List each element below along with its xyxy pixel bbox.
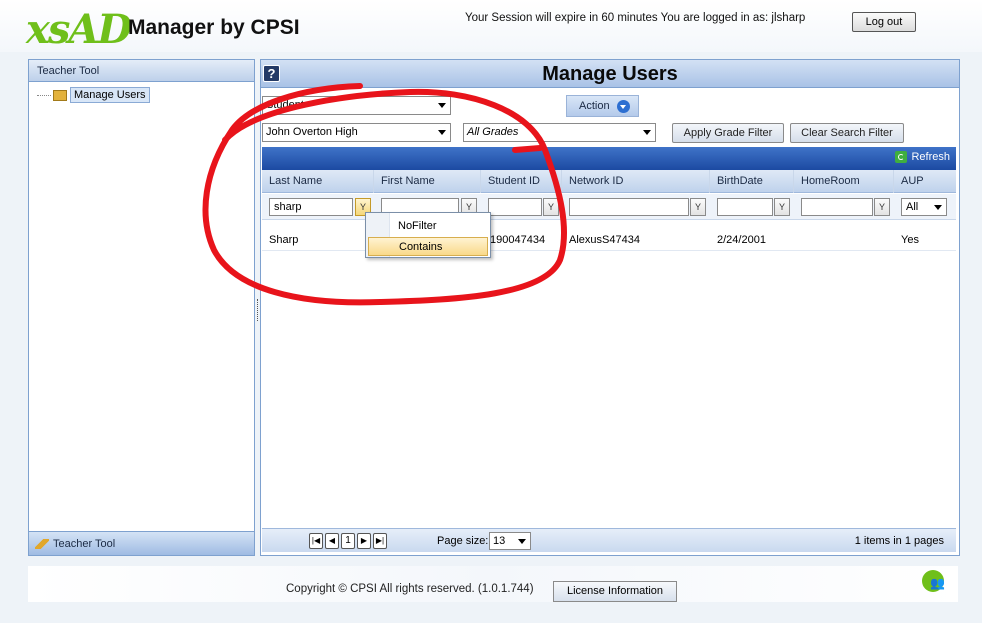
student-id-filter-input[interactable] [488,198,542,216]
aup-filter-select[interactable]: All [901,198,947,216]
menu-item-nofilter[interactable]: NoFilter [368,217,488,236]
page-number-button[interactable]: 1 [341,533,355,549]
homeroom-filter-input[interactable] [801,198,873,216]
pager-summary: 1 items in 1 pages [854,535,944,547]
column-header-aup[interactable]: AUP [894,170,956,193]
filter-icon[interactable]: Y [774,198,790,216]
filter-icon[interactable]: Y [543,198,559,216]
network-id-filter-input[interactable] [569,198,689,216]
brand-title: Manager by CPSI [128,16,300,39]
refresh-label: Refresh [911,151,950,163]
grid-toolbar: Refresh [262,147,956,170]
grid-header: Last Name First Name Student ID Network … [262,170,956,193]
filter-context-menu: NoFilter Contains [365,212,491,258]
column-header-birthdate[interactable]: BirthDate [710,170,794,193]
chevron-down-icon [934,205,942,210]
tree-item-label[interactable]: Manage Users [70,87,150,103]
tree-item-manage-users[interactable]: Manage Users [37,87,150,103]
next-page-icon[interactable]: ▶ [357,533,371,549]
tree-connector [37,94,51,96]
chevron-down-icon [518,539,526,544]
aup-filter-value: All [906,201,919,213]
page-size-label: Page size: [437,535,489,547]
page-footer: Copyright © CPSI All rights reserved. (1… [28,566,958,602]
logout-button[interactable]: Log out [852,12,916,32]
last-page-icon[interactable]: ▶| [373,533,387,549]
left-panel-title: Teacher Tool [29,60,254,82]
prev-page-icon[interactable]: ◀ [325,533,339,549]
first-page-icon[interactable]: |◀ [309,533,323,549]
users-grid: Refresh Last Name First Name Student ID … [260,59,960,556]
session-status: Your Session will expire in 60 minutes Y… [465,12,806,24]
column-header-first-name[interactable]: First Name [374,170,481,193]
column-header-network-id[interactable]: Network ID [562,170,710,193]
menu-item-contains[interactable]: Contains [368,237,488,256]
page-size-value: 13 [493,535,506,547]
birthdate-filter-input[interactable] [717,198,773,216]
last-name-filter-input[interactable]: sharp [269,198,353,216]
column-header-student-id[interactable]: Student ID [481,170,562,193]
cell-network-id: AlexusS47434 [569,234,640,246]
refresh-button[interactable]: Refresh [895,151,950,163]
app-logo: xsAD [26,6,132,53]
left-panel-footer-tab[interactable]: Teacher Tool [29,531,254,555]
folder-icon [53,89,67,101]
app-header: xsAD Manager by CPSI Your Session will e… [0,0,982,53]
cell-birthdate: 2/24/2001 [717,234,766,246]
pencil-icon [35,538,49,549]
left-panel: Teacher Tool Manage Users Teacher Tool [28,59,255,556]
page-size-select[interactable]: 13 [489,532,531,550]
refresh-icon [895,151,908,163]
people-icon [922,570,945,592]
column-header-homeroom[interactable]: HomeRoom [794,170,894,193]
license-information-button[interactable]: License Information [553,581,677,602]
cell-homeroom [794,229,801,251]
grid-pager: |◀ ◀ 1 ▶ ▶| Page size: 13 1 items in 1 p… [262,528,956,552]
cell-student-id: 190047434 [490,234,546,246]
left-panel-footer-label: Teacher Tool [53,537,116,550]
column-header-last-name[interactable]: Last Name [262,170,374,193]
panel-splitter[interactable] [256,59,259,556]
filter-icon[interactable]: Y [690,198,706,216]
cell-last-name: Sharp [269,234,299,246]
cell-aup: Yes [901,234,919,246]
filter-icon[interactable]: Y [874,198,890,216]
copyright-text: Copyright © CPSI All rights reserved. (1… [286,583,534,595]
